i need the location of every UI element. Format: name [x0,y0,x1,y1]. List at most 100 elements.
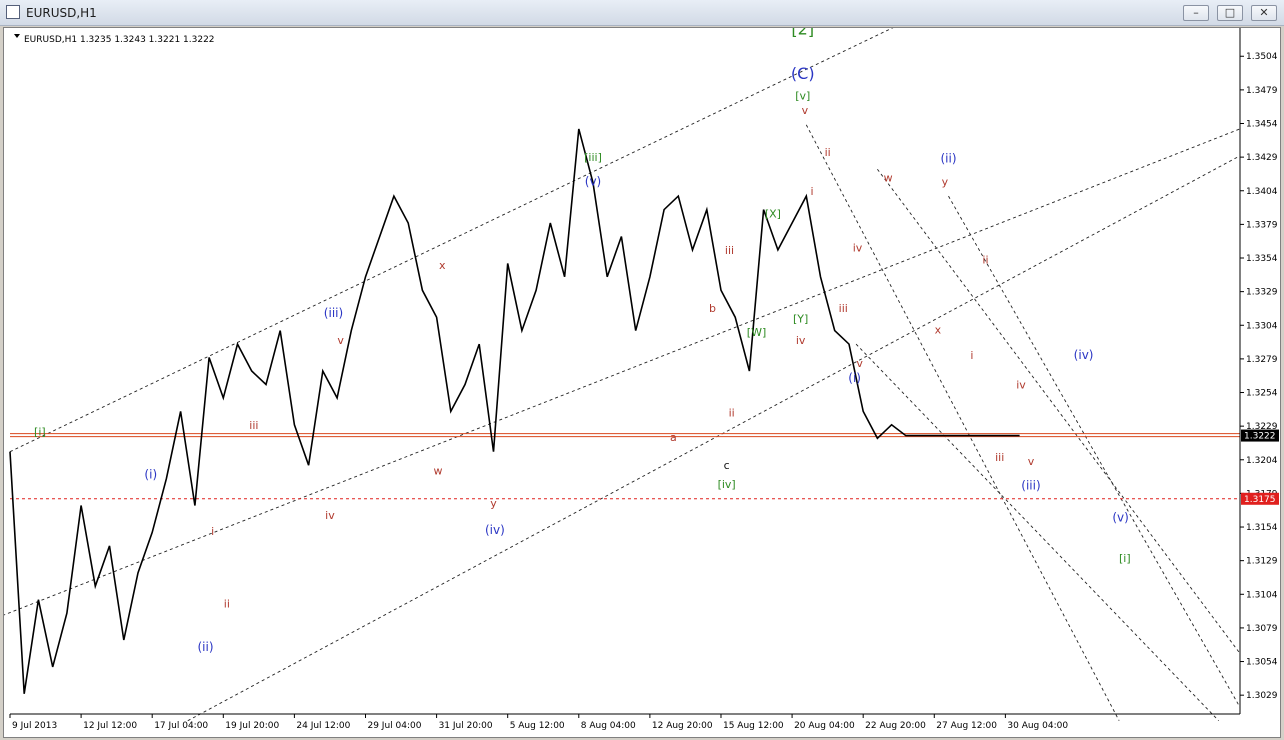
wave-label: c [724,459,730,472]
x-tick-label: 8 Aug 04:00 [581,721,636,731]
x-tick-label: 12 Aug 20:00 [652,721,713,731]
wave-label: i [970,349,973,362]
wave-label: (ii) [198,640,214,654]
y-tick-label: 1.3504 [1246,52,1278,62]
chart-area[interactable]: [2] (C) [v] v ii i [X] iii iv iii [Y] [W] iv v (i) [iii… [3,27,1281,738]
wave-label: (iii) [1021,478,1040,492]
wave-label: iii [249,419,258,432]
wave-label: [i] [1119,552,1131,565]
x-tick-label: 19 Jul 20:00 [225,721,279,731]
y-tick-label: 1.3479 [1246,86,1278,96]
channel-line [948,195,1241,708]
wave-label: [2] [791,28,814,39]
x-tick-label: 15 Aug 12:00 [723,721,784,731]
y-tick-label: 1.3254 [1246,389,1278,399]
close-button[interactable]: ✕ [1251,5,1277,21]
y-tick-label: 1.3204 [1246,456,1278,466]
wave-label: (iv) [1074,348,1094,362]
y-tick-label: 1.3079 [1246,624,1278,634]
wave-label: i [810,185,813,198]
y-tick-label: 1.3279 [1246,355,1278,365]
wave-label: v [1028,455,1035,468]
x-tick-label: 12 Jul 12:00 [83,721,137,731]
wave-label: y [942,175,949,188]
wave-label: w [884,171,893,184]
wave-label: (ii) [940,152,956,166]
window-title: EURUSD,H1 [26,6,97,20]
x-tick-label: 29 Jul 04:00 [367,721,421,731]
wave-label: [iv] [718,478,736,491]
wave-label: ii [729,407,735,420]
chart-header-dropdown-icon[interactable] [14,34,20,38]
channel-line [187,155,1241,722]
wave-label: ii [982,253,988,266]
chart-window-icon [6,5,20,19]
current-price-tag-label: 1.3222 [1244,432,1276,442]
wave-label: b [709,302,716,315]
wave-label: x [935,323,942,336]
wave-label: v [802,104,809,117]
wave-label: (iv) [485,523,505,537]
y-tick-label: 1.3429 [1246,153,1278,163]
level-price-tag-label: 1.3175 [1244,495,1276,505]
x-tick-label: 9 Jul 2013 [12,721,57,731]
wave-label: [iii] [584,151,602,164]
wave-label: iv [1016,378,1026,391]
wave-label: v [856,357,863,370]
y-tick-label: 1.3154 [1246,523,1278,533]
y-tick-label: 1.3354 [1246,254,1278,264]
y-tick-label: 1.3304 [1246,321,1278,331]
price-chart[interactable]: [2](C)[v]viii[X]iii iviii[Y][W]ivv(i)[iii… [4,28,1280,737]
wave-label: iii [839,302,848,315]
wave-label: a [670,431,677,444]
x-tick-label: 22 Aug 20:00 [865,721,926,731]
wave-label: (i) [144,468,157,482]
wave-label: (i) [848,371,861,385]
wave-label: x [439,259,446,272]
x-tick-label: 31 Jul 20:00 [439,721,493,731]
x-tick-label: 17 Jul 04:00 [154,721,208,731]
y-tick-label: 1.3029 [1246,691,1278,701]
wave-label: [i] [34,426,46,439]
wave-label: (v) [1112,511,1128,525]
x-tick-label: 20 Aug 04:00 [794,721,855,731]
channel-line [877,168,1241,654]
wave-label: iii [995,451,1004,464]
wave-label: iv [325,509,335,522]
x-tick-label: 30 Aug 04:00 [1007,721,1068,731]
chart-header: EURUSD,H1 1.3235 1.3243 1.3221 1.3222 [24,35,215,45]
y-tick-label: 1.3379 [1246,220,1278,230]
x-tick-label: 24 Jul 12:00 [296,721,350,731]
price-series-line [9,128,1020,694]
wave-label: w [434,465,443,478]
wave-label: (iii) [324,306,343,320]
y-tick-label: 1.3104 [1246,590,1278,600]
wave-label: iv [796,334,806,347]
wave-label: [X] [765,208,781,221]
wave-label: (v) [585,174,601,188]
x-tick-label: 5 Aug 12:00 [510,721,565,731]
wave-label: iii [725,244,734,257]
y-tick-label: 1.3329 [1246,288,1278,298]
channel-line [805,124,1120,721]
wave-label: [v] [795,89,810,102]
wave-label: [W] [747,326,766,339]
wave-label: ii [224,598,230,611]
window-titlebar: EURUSD,H1 – □ ✕ [0,0,1284,26]
wave-label: [Y] [793,313,808,326]
x-tick-label: 27 Aug 12:00 [936,721,997,731]
channel-line [855,343,1219,722]
wave-label: iv [853,241,863,254]
y-tick-label: 1.3129 [1246,557,1278,567]
wave-label: ii [825,146,831,159]
y-tick-label: 1.3454 [1246,120,1278,130]
wave-label: i [211,525,214,538]
channel-line [4,128,1241,616]
maximize-button[interactable]: □ [1217,5,1243,21]
wave-label: (C) [791,64,815,83]
wave-label: v [337,334,344,347]
minimize-button[interactable]: – [1183,5,1209,21]
wave-label: y [490,497,497,510]
y-tick-label: 1.3404 [1246,187,1278,197]
y-tick-label: 1.3054 [1246,658,1278,668]
